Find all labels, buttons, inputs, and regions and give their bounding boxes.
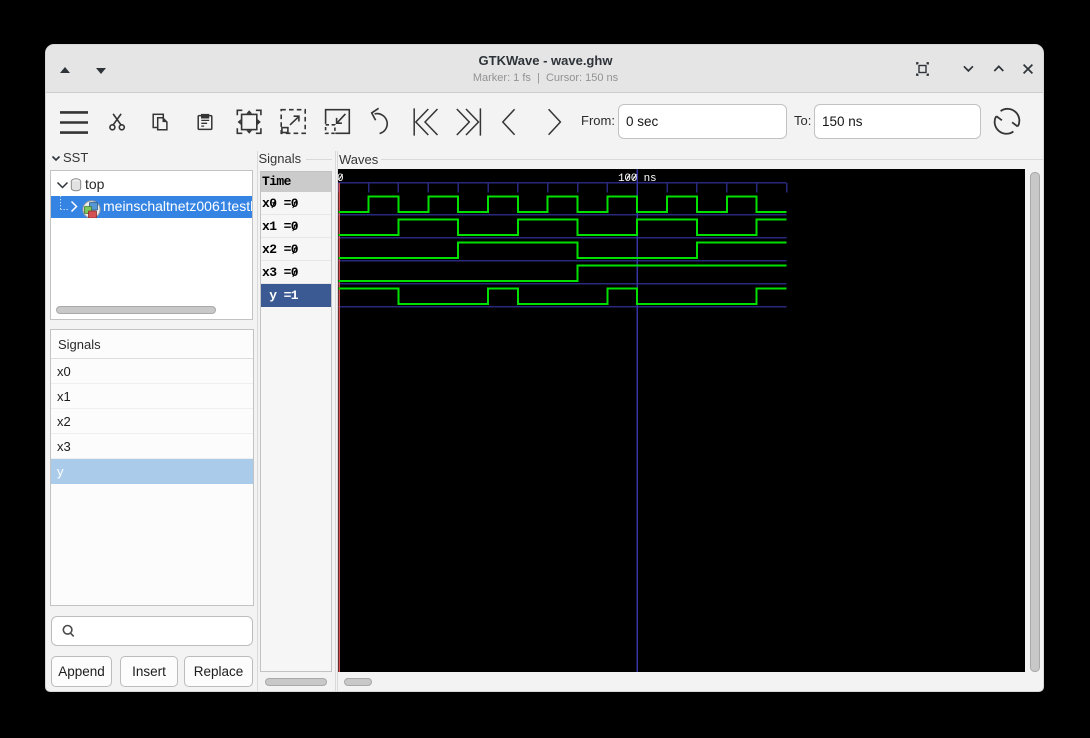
svg-text:100 ns: 100 ns <box>618 173 656 185</box>
